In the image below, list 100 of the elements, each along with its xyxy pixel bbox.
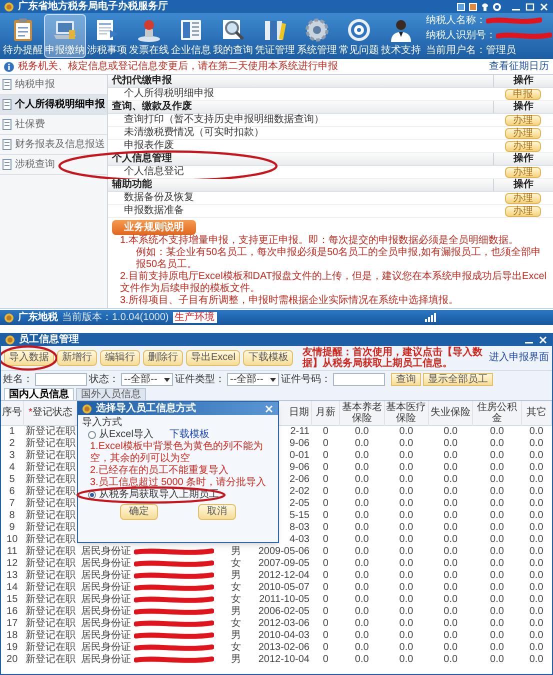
- filter-label: 姓名：: [3, 374, 33, 386]
- action-button[interactable]: 办理: [505, 128, 541, 138]
- task-label: 个人信息登记: [123, 166, 185, 178]
- table-cell: 0.0: [354, 582, 369, 592]
- toolbar-button[interactable]: 系统管理: [296, 14, 338, 58]
- table-cell: 0.0: [444, 426, 458, 436]
- toolbar-button[interactable]: 编辑行: [100, 350, 140, 366]
- table-cell: 0.0: [444, 558, 458, 568]
- table-cell: 0.0: [490, 594, 504, 604]
- toolbar-button[interactable]: 导入数据: [4, 350, 54, 366]
- table-cell: 0: [322, 546, 328, 556]
- action-button[interactable]: 办理: [505, 206, 541, 216]
- radio-button[interactable]: [88, 431, 96, 439]
- dialog-button[interactable]: 确定: [120, 504, 158, 520]
- caret-icon: [164, 378, 170, 382]
- table-cell: 0.0: [399, 546, 414, 556]
- radio-option[interactable]: 从Excel导入: [88, 429, 154, 441]
- table-cell: 女: [230, 642, 241, 652]
- dropdown[interactable]: --全部--: [227, 373, 279, 386]
- table-cell: 新登记在职: [25, 426, 76, 436]
- sidebar-item[interactable]: 社保费: [0, 115, 107, 135]
- table-cell: 0.0: [444, 642, 458, 652]
- action-button[interactable]: 申报: [505, 88, 541, 100]
- download-template-link[interactable]: 下载模板: [169, 429, 210, 441]
- action-button[interactable]: 办理: [505, 192, 541, 204]
- dropdown[interactable]: --全部--: [121, 373, 173, 386]
- table-cell: 0.0: [529, 582, 544, 592]
- filter-button[interactable]: 显示全部员工: [423, 373, 493, 386]
- sidebar-item[interactable]: 涉税查询: [0, 155, 107, 175]
- toolbar-button[interactable]: 凭证管理: [254, 14, 296, 58]
- table-cell: 0.0: [529, 594, 544, 604]
- table-cell: 2010-05-07: [258, 582, 310, 592]
- tab[interactable]: 国外人员信息: [76, 388, 146, 400]
- text-field[interactable]: [333, 373, 385, 386]
- table-cell: 0: [322, 582, 328, 592]
- table-cell: 0.0: [354, 474, 369, 484]
- filter-button[interactable]: 查询: [391, 373, 421, 386]
- table-cell: 0.0: [490, 510, 504, 520]
- document-icon: [94, 17, 120, 43]
- app-logo-icon: [4, 2, 14, 12]
- column-header: 基本医疗保险: [384, 401, 428, 425]
- table-cell: 居民身份证: [80, 546, 131, 556]
- table-cell: 0: [322, 510, 328, 520]
- toolbar-button[interactable]: 删除行: [143, 350, 183, 366]
- table-cell: 新登记在职: [25, 498, 76, 508]
- table-cell: 男: [230, 654, 241, 664]
- table-cell: 2006-02-05: [258, 606, 310, 616]
- table-cell: 0.0: [490, 582, 504, 592]
- table-cell: 13: [6, 570, 18, 580]
- table-cell: 3: [9, 450, 15, 460]
- table-cell: 0.0: [354, 546, 369, 556]
- text-field[interactable]: [35, 373, 87, 386]
- table-cell: 2009-05-06: [258, 546, 310, 556]
- toolbar-button[interactable]: 发票在线: [128, 14, 170, 58]
- table-cell: 新登记在职: [25, 510, 76, 520]
- toolbar-button[interactable]: 待办提醒: [2, 14, 44, 58]
- table-cell: 0.0: [354, 498, 369, 508]
- maximize-icon[interactable]: [525, 2, 535, 10]
- close-icon[interactable]: [539, 2, 549, 10]
- table-cell: 居民身份证: [80, 558, 131, 568]
- document-icon: [2, 99, 12, 110]
- action-button[interactable]: 办理: [505, 140, 541, 152]
- table-cell: 0.0: [490, 570, 504, 580]
- table-cell: 0: [322, 450, 328, 460]
- toolbar-button[interactable]: 申报缴纳: [44, 14, 86, 58]
- action-button[interactable]: 办理: [505, 114, 541, 126]
- toolbar-button[interactable]: 导出Excel: [186, 350, 240, 366]
- close-icon[interactable]: [264, 404, 274, 412]
- table-cell: 7: [9, 498, 15, 508]
- table-cell: 0: [322, 438, 328, 448]
- submit-page-link[interactable]: 进入申报界面: [489, 352, 549, 364]
- toolbar-button[interactable]: 常见问题: [338, 14, 380, 58]
- table-cell: 0.0: [490, 618, 504, 628]
- toolbar-button[interactable]: 涉税事项: [86, 14, 128, 58]
- filter-label: 状态：: [89, 374, 119, 386]
- table-cell: 2010-04-03: [258, 630, 310, 640]
- table-cell: 0: [322, 498, 328, 508]
- table-cell: 0.0: [529, 426, 544, 436]
- column-header: 序号: [1, 401, 24, 425]
- person-icon: [388, 17, 414, 43]
- action-button[interactable]: 办理: [505, 166, 541, 178]
- dialog-button[interactable]: 取消: [198, 504, 236, 520]
- close-icon[interactable]: [538, 336, 548, 344]
- table-cell: 17: [6, 618, 18, 628]
- toolbar-button[interactable]: 企业信息: [170, 14, 212, 58]
- sidebar-item[interactable]: 财务报表及信息报送: [0, 135, 107, 155]
- sidebar-item[interactable]: 个人所得税明细申报: [0, 95, 107, 115]
- toolbar-button[interactable]: 技术支持: [380, 14, 422, 58]
- column-header: 其它: [521, 401, 552, 425]
- tab[interactable]: 国内人员信息: [4, 388, 74, 400]
- toolbar-button[interactable]: 我的查询: [212, 14, 254, 58]
- table-cell: 0.0: [444, 594, 458, 604]
- table-cell: 居民身份证: [80, 606, 131, 616]
- toolbar-button[interactable]: 下载模板: [243, 350, 294, 366]
- window-title: 广东省地方税务局电子办税服务厅: [18, 0, 168, 12]
- column-header: 住房公积金: [472, 401, 522, 425]
- table-cell: 新登记在职: [25, 474, 76, 484]
- calendar-link[interactable]: 查看征期日历: [489, 60, 549, 72]
- toolbar-button[interactable]: 新增行: [57, 350, 97, 366]
- shirt-icon[interactable]: [481, 2, 489, 10]
